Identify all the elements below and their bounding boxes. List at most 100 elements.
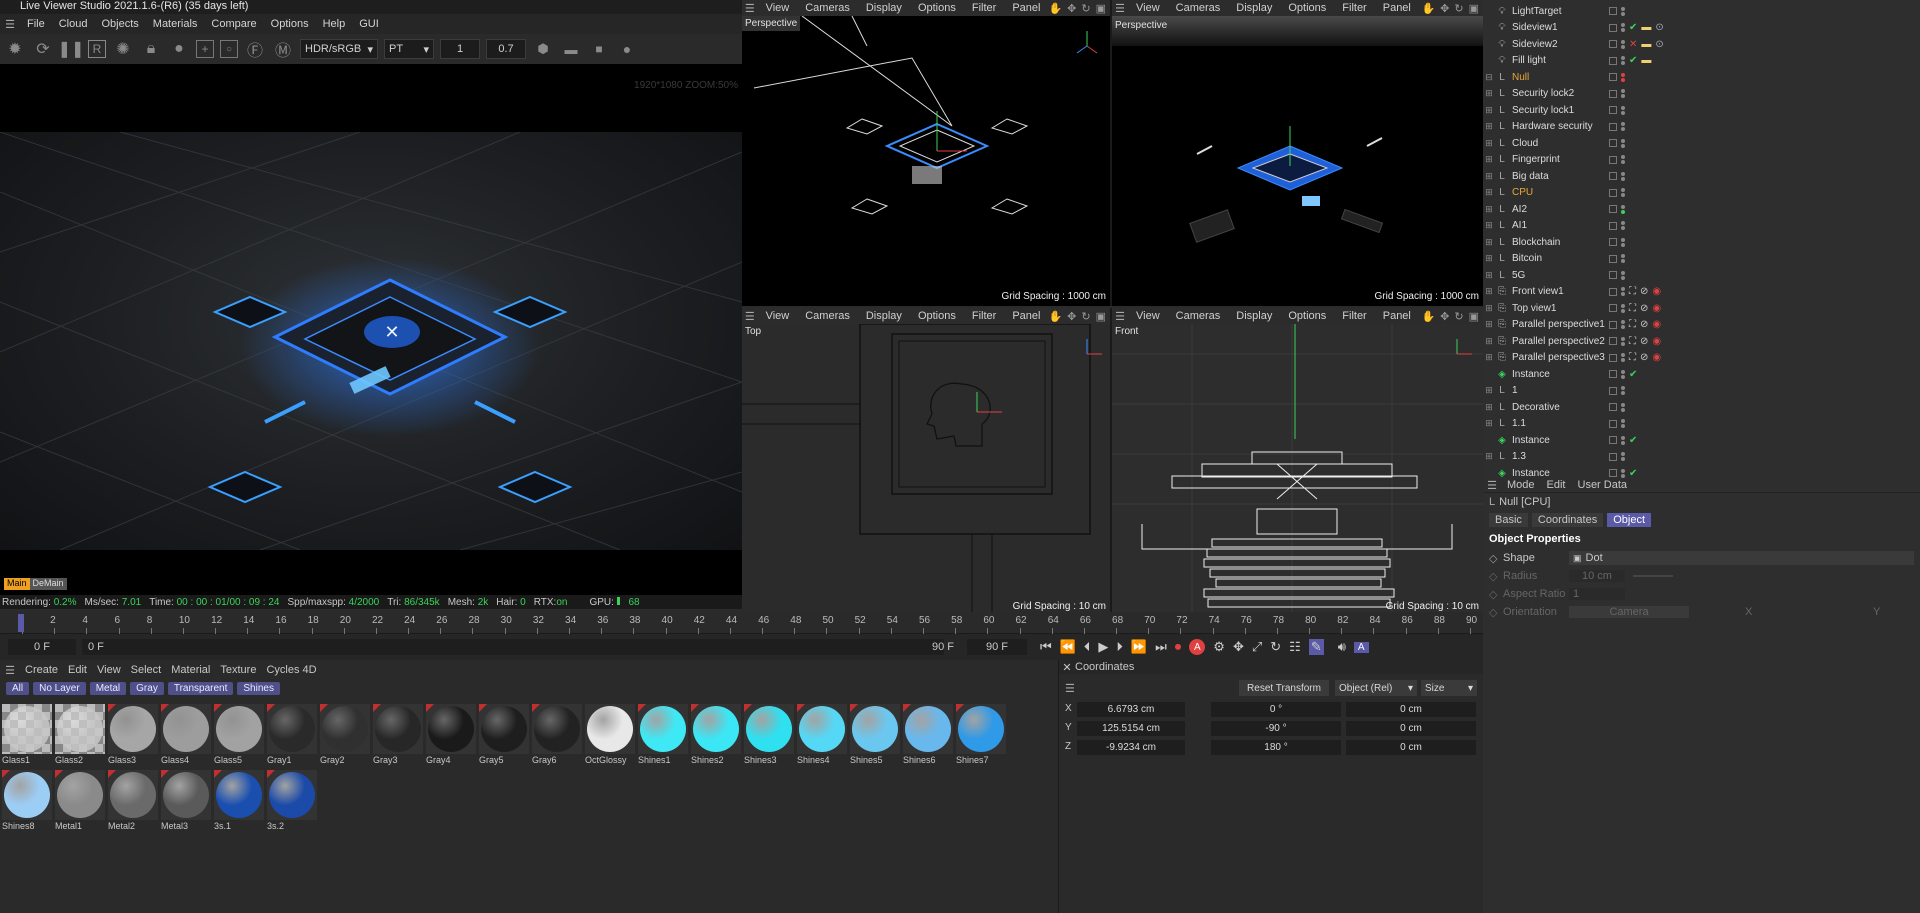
vp-menu-view[interactable]: View: [758, 2, 798, 14]
rotate-icon[interactable]: ↻: [1081, 310, 1090, 323]
layer-box-icon[interactable]: [1609, 304, 1617, 313]
circle-icon[interactable]: ●: [616, 38, 638, 60]
playhead[interactable]: [18, 614, 24, 632]
layer-box-icon[interactable]: [1609, 188, 1617, 197]
menu-materials[interactable]: Materials: [146, 18, 205, 30]
material-item[interactable]: Glass2: [55, 704, 107, 765]
scale-field[interactable]: 0 cm: [1346, 740, 1476, 755]
expand-toggle-icon[interactable]: ⊞: [1483, 253, 1495, 264]
vp-menu-display[interactable]: Display: [858, 2, 910, 14]
vp-menu-cameras[interactable]: Cameras: [797, 2, 858, 14]
position-field[interactable]: 125.5154 cm: [1077, 721, 1185, 736]
expand-toggle-icon[interactable]: ⊞: [1483, 105, 1495, 116]
expand-toggle-icon[interactable]: ⊞: [1483, 138, 1495, 149]
visibility-dots-icon[interactable]: [1621, 188, 1625, 198]
visibility-dots-icon[interactable]: [1621, 386, 1625, 396]
visibility-dots-icon[interactable]: [1621, 287, 1625, 297]
outliner-item[interactable]: ⊞ L 1.3: [1483, 449, 1920, 466]
menu-options[interactable]: Options: [264, 18, 316, 30]
material-item[interactable]: Shines5: [850, 704, 902, 765]
outliner-item[interactable]: ⊟ L Null: [1483, 69, 1920, 86]
flag-icon[interactable]: Ⓕ: [244, 38, 266, 60]
material-item[interactable]: Shines8: [2, 770, 54, 831]
visibility-dots-icon[interactable]: [1621, 122, 1625, 132]
mat-menu-texture[interactable]: Texture: [215, 664, 261, 676]
outliner-item[interactable]: ⊞ L Decorative: [1483, 399, 1920, 416]
expand-toggle-icon[interactable]: ⊞: [1483, 286, 1495, 297]
visibility-dots-icon[interactable]: [1621, 468, 1625, 478]
light-tag-icon[interactable]: ▬: [1641, 39, 1651, 50]
vp-menu-options[interactable]: Options: [910, 2, 964, 14]
filter-metal[interactable]: Metal: [89, 682, 127, 695]
material-item[interactable]: Glass4: [161, 704, 213, 765]
layer-box-icon[interactable]: [1609, 386, 1617, 395]
layer-box-icon[interactable]: [1609, 370, 1617, 379]
outliner-item[interactable]: ⊞ ⎘ Parallel perspective1 ⛶ ⊘ ◉: [1483, 317, 1920, 334]
visibility-dots-icon[interactable]: [1621, 105, 1625, 115]
scale-field[interactable]: 0 cm: [1346, 721, 1476, 736]
tab-object[interactable]: Object: [1607, 513, 1652, 527]
visibility-dots-icon[interactable]: [1621, 23, 1625, 33]
layer-box-icon[interactable]: [1609, 452, 1617, 461]
expand-toggle-icon[interactable]: ⊞: [1483, 336, 1495, 347]
value1-field[interactable]: 1: [440, 39, 480, 59]
hexagon-icon[interactable]: ⬢: [532, 38, 554, 60]
layer-box-icon[interactable]: [1609, 403, 1617, 412]
expand-toggle-icon[interactable]: ⊞: [1483, 385, 1495, 396]
layer-box-icon[interactable]: [1609, 353, 1617, 362]
next-key-icon[interactable]: ⏩: [1131, 639, 1147, 655]
visibility-dots-icon[interactable]: [1621, 171, 1625, 181]
visibility-dots-icon[interactable]: [1621, 221, 1625, 231]
tab-basic[interactable]: Basic: [1489, 513, 1528, 527]
material-item[interactable]: Glass1: [2, 704, 54, 765]
check-icon[interactable]: ✔: [1629, 468, 1637, 478]
material-item[interactable]: Shines7: [956, 704, 1008, 765]
camera-tag-icon[interactable]: ◉: [1652, 286, 1661, 297]
layer-box-icon[interactable]: [1609, 320, 1617, 329]
layer-box-icon[interactable]: [1609, 7, 1617, 16]
material-item[interactable]: Glass5: [214, 704, 266, 765]
outliner-item[interactable]: ⊞ L Hardware security: [1483, 119, 1920, 136]
no-icon[interactable]: ⊘: [1640, 286, 1648, 297]
expand-toggle-icon[interactable]: ⊞: [1483, 237, 1495, 248]
visibility-dots-icon[interactable]: [1621, 402, 1625, 412]
render-view[interactable]: 1920*1080 ZOOM:50% ✕ Main DeMain: [0, 64, 742, 595]
menu-icon[interactable]: ☰: [1065, 682, 1075, 695]
expand-toggle-icon[interactable]: ⊞: [1483, 418, 1495, 429]
mat-menu-view[interactable]: View: [92, 664, 126, 676]
outliner-item[interactable]: ⊞ L Cloud: [1483, 135, 1920, 152]
menu-icon[interactable]: ☰: [1112, 2, 1128, 15]
fps-icon[interactable]: A: [1353, 641, 1369, 653]
layer-box-icon[interactable]: [1609, 419, 1617, 428]
expand-toggle-icon[interactable]: ⊞: [1483, 88, 1495, 99]
outliner-item[interactable]: 💡︎ Fill light ✔ ▬: [1483, 53, 1920, 70]
expand-toggle-icon[interactable]: ⊞: [1483, 204, 1495, 215]
value2-field[interactable]: 0.7: [486, 39, 526, 59]
viewport-top[interactable]: ☰ View Cameras Display Options Filter Pa…: [742, 308, 1112, 616]
vp-menu-filter[interactable]: Filter: [964, 310, 1004, 322]
sound-icon[interactable]: 🔊︎: [1338, 639, 1346, 655]
menu-gui[interactable]: GUI: [352, 18, 386, 30]
filter-shines[interactable]: Shines: [237, 682, 280, 695]
outliner-item[interactable]: ◈ Instance ✔: [1483, 432, 1920, 449]
outliner-item[interactable]: ⊞ L Bitcoin: [1483, 251, 1920, 268]
outliner-item[interactable]: ⊞ ⎘ Parallel perspective2 ⛶ ⊘ ◉: [1483, 333, 1920, 350]
target-icon[interactable]: ⛶: [1629, 303, 1636, 314]
check-icon[interactable]: ✔: [1629, 369, 1637, 380]
expand-toggle-icon[interactable]: ⊞: [1483, 187, 1495, 198]
vp-menu-options[interactable]: Options: [1280, 2, 1334, 14]
coord-size-select[interactable]: Size ▾: [1421, 680, 1477, 696]
check-icon[interactable]: ✔: [1629, 435, 1637, 446]
outliner-item[interactable]: ⊞ L Blockchain: [1483, 234, 1920, 251]
visibility-dots-icon[interactable]: [1621, 138, 1625, 148]
material-item[interactable]: Shines2: [691, 704, 743, 765]
layer-box-icon[interactable]: [1609, 254, 1617, 263]
camera-tag-icon[interactable]: ◉: [1652, 319, 1661, 330]
goto-start-icon[interactable]: ⏮: [1040, 639, 1052, 655]
material-item[interactable]: Gray6: [532, 704, 584, 765]
visibility-dots-icon[interactable]: [1621, 89, 1625, 99]
menu-cloud[interactable]: Cloud: [52, 18, 95, 30]
material-item[interactable]: Gray1: [267, 704, 319, 765]
expand-toggle-icon[interactable]: ⊞: [1483, 171, 1495, 182]
tab-demain[interactable]: DeMain: [29, 578, 67, 590]
